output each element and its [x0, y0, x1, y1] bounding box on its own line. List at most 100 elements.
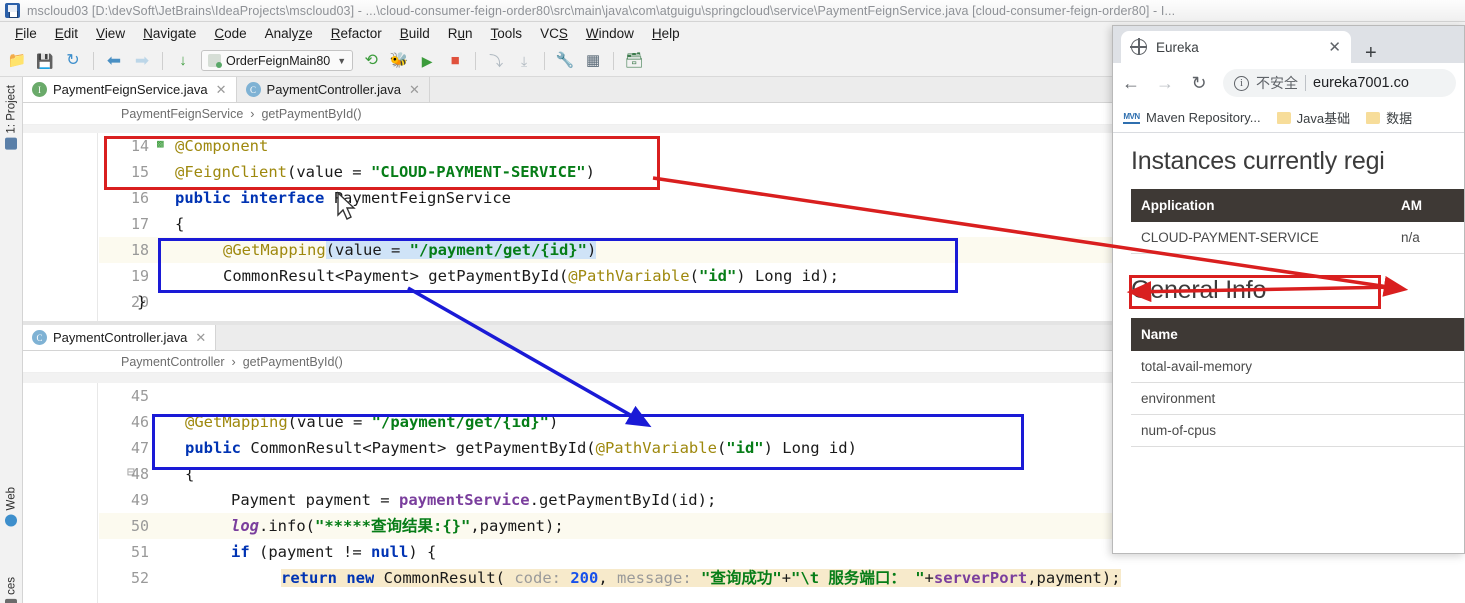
folder-icon	[1366, 111, 1381, 124]
run-with-coverage-icon[interactable]: ▶	[414, 48, 440, 74]
back-arrow-icon[interactable]: ←	[1121, 73, 1141, 94]
bookmark-maven-repository[interactable]: MVN Maven Repository...	[1123, 110, 1261, 125]
sidebar-item-project[interactable]: 1: Project	[0, 81, 23, 154]
editor-tab-label: PaymentController.java	[266, 82, 401, 97]
sidebar-item-label: 1: Project	[5, 85, 18, 134]
line-number: 52	[130, 569, 149, 587]
globe-icon	[1130, 39, 1148, 55]
browser-navbar: ← → ↻ i 不安全 eureka7001.co	[1113, 63, 1464, 103]
line-number: 18	[130, 241, 149, 259]
column-header-ami: AM	[1391, 189, 1464, 222]
url-text: eureka7001.co	[1313, 75, 1409, 91]
project-structure-icon[interactable]: ▦	[580, 48, 606, 74]
project-tool-icon	[5, 137, 18, 150]
bookmarks-bar: MVN Maven Repository... Java基础 数据	[1113, 103, 1464, 133]
toolbar-separator	[544, 51, 546, 70]
sidebar-item-web[interactable]: Web	[0, 483, 23, 530]
menu-vcs[interactable]: VCS	[531, 24, 577, 43]
editor-tab-label: PaymentController.java	[53, 330, 188, 345]
menu-file[interactable]: File	[6, 24, 46, 43]
editor-gutter-top[interactable]	[23, 133, 98, 321]
close-icon[interactable]: ✕	[195, 330, 206, 346]
instances-table: Application AM CLOUD-PAYMENT-SERVICE n/a	[1131, 189, 1464, 254]
window-title: mscloud03 [D:\devSoft\JetBrains\IdeaProj…	[27, 3, 1176, 18]
close-icon[interactable]: ✕	[1328, 38, 1341, 56]
compile-icon[interactable]: ↓	[170, 48, 196, 74]
menu-tools[interactable]: Tools	[482, 24, 532, 43]
bookmark-java-basics[interactable]: Java基础	[1276, 108, 1350, 127]
run-icon[interactable]: ⟲	[358, 48, 384, 74]
forward-arrow-icon[interactable]: →	[1155, 73, 1175, 94]
code-line: 52 return new CommonResult( code: 200, m…	[99, 565, 1465, 591]
editor-gutter-bottom[interactable]	[23, 383, 98, 603]
toolbar-separator	[162, 51, 163, 70]
cell-ami: n/a	[1391, 222, 1464, 254]
fold-minus-icon[interactable]: ⊟	[127, 465, 135, 480]
menu-run[interactable]: Run	[439, 24, 482, 43]
breadcrumb-class[interactable]: PaymentController	[121, 355, 225, 369]
cell-application-name[interactable]: CLOUD-PAYMENT-SERVICE	[1131, 222, 1391, 254]
line-number: 49	[130, 491, 149, 509]
back-arrow-icon[interactable]: ⬅	[101, 48, 127, 74]
save-all-icon[interactable]: 💾	[32, 48, 58, 74]
browser-tabstrip: Eureka ✕ +	[1113, 26, 1464, 63]
column-header-name: Name	[1131, 318, 1464, 351]
debug-icon[interactable]: 🐝	[386, 48, 412, 74]
menu-window[interactable]: Window	[577, 24, 643, 43]
step-over-icon: ⤵	[489, 52, 504, 69]
stop-icon[interactable]: ■	[442, 48, 468, 74]
class-icon: C	[32, 330, 47, 345]
menu-refactor[interactable]: Refactor	[322, 24, 391, 43]
database-icon[interactable]: 🗃	[621, 48, 647, 74]
line-number: 46	[130, 413, 149, 431]
breadcrumb-class[interactable]: PaymentFeignService	[121, 107, 243, 121]
breadcrumb-separator-icon: ›	[231, 354, 236, 369]
table-row: CLOUD-PAYMENT-SERVICE n/a	[1131, 222, 1464, 254]
sync-refresh-icon[interactable]: ↻	[60, 48, 86, 74]
folder-icon	[1276, 111, 1291, 124]
cell-name: total-avail-memory	[1131, 351, 1464, 383]
info-circle-icon[interactable]: i	[1234, 75, 1249, 91]
run-config-icon	[208, 54, 222, 68]
menu-view[interactable]: View	[87, 24, 134, 43]
chevron-down-icon[interactable]: ▼	[337, 56, 346, 66]
menu-help[interactable]: Help	[643, 24, 689, 43]
implementing-method-icon[interactable]: ▩	[157, 137, 164, 150]
breadcrumb-method[interactable]: getPaymentById()	[261, 107, 361, 121]
new-tab-icon[interactable]: +	[1365, 43, 1377, 63]
reload-icon[interactable]: ↻	[1189, 73, 1209, 94]
cell-name: environment	[1131, 382, 1464, 415]
menu-analyze[interactable]: Analyze	[256, 24, 322, 43]
chrome-browser-window[interactable]: Eureka ✕ + ← → ↻ i 不安全 eureka7001.co MVN…	[1112, 25, 1465, 554]
open-folder-icon[interactable]: 📁	[4, 48, 30, 74]
close-icon[interactable]: ✕	[409, 82, 420, 98]
menu-edit[interactable]: Edit	[46, 24, 87, 43]
web-tool-icon	[5, 514, 18, 527]
settings-wrench-icon[interactable]: 🔧	[552, 48, 578, 74]
menu-navigate[interactable]: Navigate	[134, 24, 205, 43]
bookmark-label: 数据	[1386, 111, 1413, 126]
run-configuration-selector[interactable]: OrderFeignMain80 ▼	[201, 50, 354, 71]
line-number: 16	[130, 189, 149, 207]
close-icon[interactable]: ✕	[216, 82, 227, 98]
cell-name: num-of-cpus	[1131, 414, 1464, 447]
left-tool-window-strip: 1: Project Web ces	[0, 77, 23, 603]
table-row: num-of-cpus	[1131, 414, 1464, 447]
browser-tab-eureka[interactable]: Eureka ✕	[1121, 31, 1351, 63]
browser-tab-title: Eureka	[1156, 39, 1199, 55]
editor-tab-paymentcontroller[interactable]: C PaymentController.java ✕	[236, 77, 430, 102]
bookmark-data[interactable]: 数据	[1366, 108, 1412, 127]
column-header-application: Application	[1131, 189, 1391, 222]
address-bar[interactable]: i 不安全 eureka7001.co	[1223, 69, 1456, 97]
table-row: total-avail-memory	[1131, 351, 1464, 383]
forward-arrow-icon[interactable]: ➡	[129, 48, 155, 74]
breadcrumb-method[interactable]: getPaymentById()	[243, 355, 343, 369]
menu-build[interactable]: Build	[391, 24, 439, 43]
editor-tab-paymentfeignservice[interactable]: I PaymentFeignService.java ✕	[23, 77, 237, 102]
menu-code[interactable]: Code	[205, 24, 255, 43]
general-info-heading: General Info	[1131, 276, 1267, 304]
window-titlebar: mscloud03 [D:\devSoft\JetBrains\IdeaProj…	[0, 0, 1465, 22]
editor-tab-paymentcontroller-bottom[interactable]: C PaymentController.java ✕	[23, 325, 217, 350]
sidebar-item-resources[interactable]: ces	[0, 573, 23, 603]
toolbar-separator	[613, 51, 615, 70]
